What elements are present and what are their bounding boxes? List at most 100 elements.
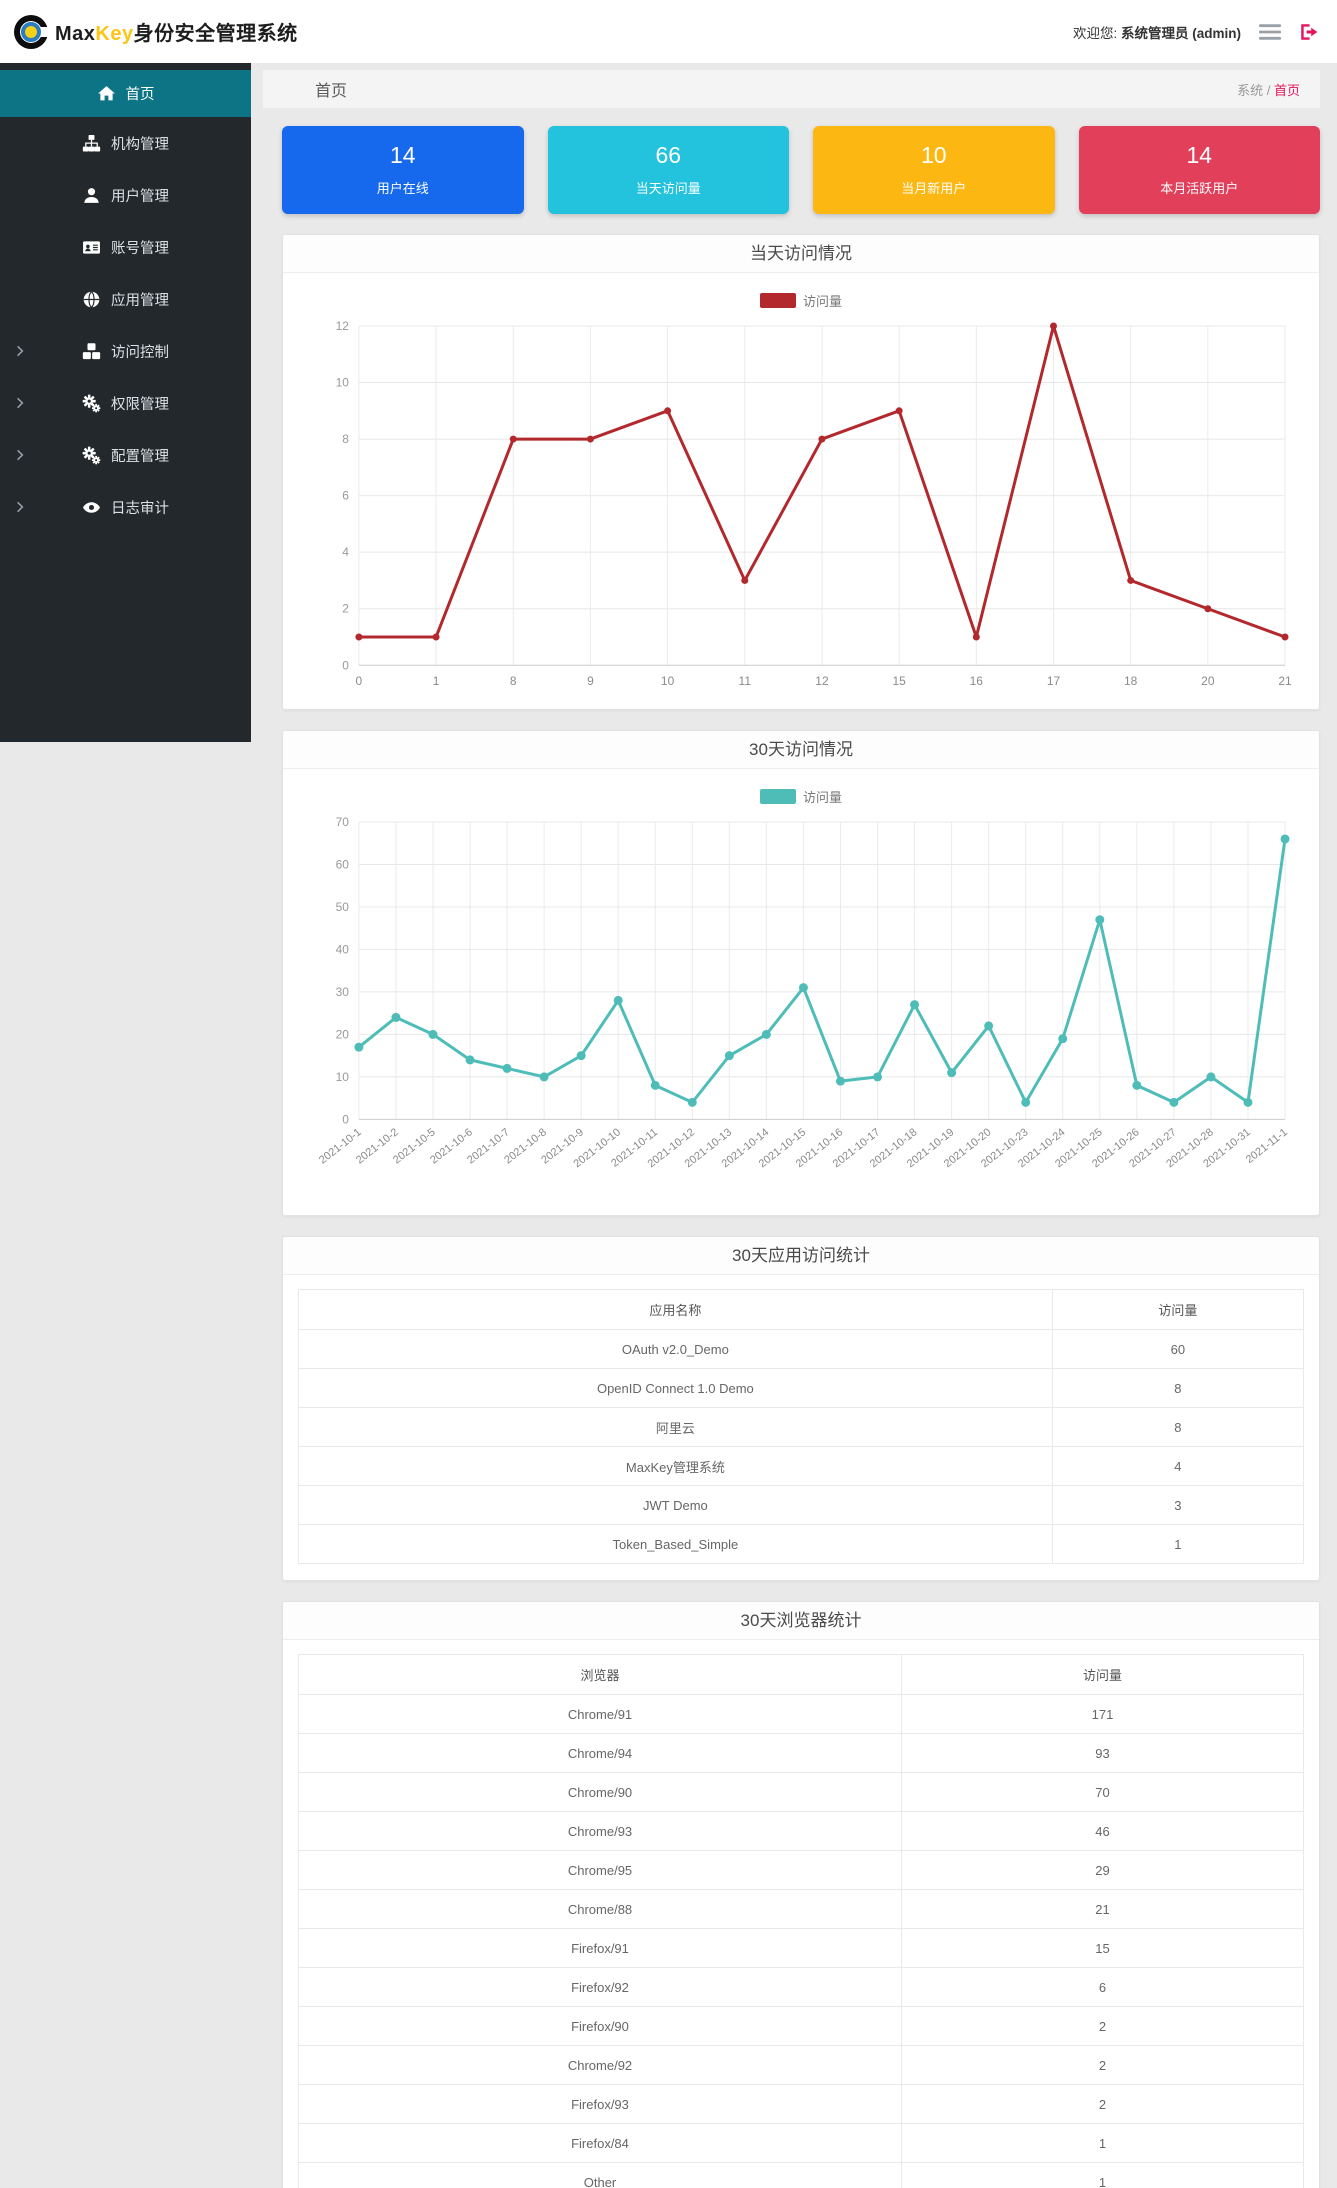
cogs-icon [82, 394, 101, 413]
svg-text:6: 6 [342, 489, 349, 503]
welcome-text: 欢迎您: 系统管理员 (admin) [1073, 22, 1241, 42]
column-header: 浏览器 [298, 1654, 902, 1696]
table-cell: JWT Demo [298, 1485, 1053, 1526]
chevron-right-icon [16, 345, 24, 357]
panel-body-browser-stats: 浏览器 访问量 Chrome/91 171 Chrome/94 93 Chrome/90 70… [283, 1640, 1319, 2188]
table-cell: 171 [901, 1694, 1304, 1735]
stat-card-value: 14 [1186, 142, 1213, 168]
brand-max: Max [55, 23, 96, 45]
sidebar-item-sitemap-机构管理[interactable]: 机构管理 [0, 117, 251, 169]
table-cell: Firefox/93 [298, 2084, 902, 2125]
sidebar: 首页机构管理 用户管理 账号管理应用管理访问控制权限管理配置管理日志审计 [0, 63, 251, 742]
table-cell: 46 [901, 1811, 1304, 1852]
cogs-icon [82, 446, 101, 465]
chevron-right-icon [16, 501, 24, 513]
sidebar-item-label: 应用管理 [111, 292, 169, 309]
home-icon [97, 84, 116, 103]
chart-legend-today[interactable]: 访问量 [297, 291, 1305, 310]
table-cell: 70 [901, 1772, 1304, 1813]
breadcrumb: 首页 系统 / 首页 [263, 70, 1320, 108]
eye-icon [82, 498, 101, 517]
sidebar-item-label: 首页 [125, 87, 155, 103]
svg-text:10: 10 [661, 674, 675, 688]
sidebar-item-home-首页[interactable]: 首页 [0, 70, 251, 117]
table-cell: 15 [901, 1928, 1304, 1969]
sidebar-item-eye-日志审计[interactable]: 日志审计 [0, 481, 251, 533]
brand-key: Key [95, 23, 134, 45]
sidebar-item-label: 权限管理 [111, 396, 169, 413]
stat-card-value: 10 [920, 142, 947, 168]
sidebar-item-cogs-配置管理[interactable]: 配置管理 [0, 429, 251, 481]
table-cell: Firefox/91 [298, 1928, 902, 1969]
column-header: 访问量 [1051, 1289, 1305, 1331]
stat-card-value: 66 [655, 142, 682, 168]
logout-icon[interactable] [1299, 22, 1319, 42]
today-visits-line-chart[interactable]: 0246810120 1 8 9 10 11 12 15 16 17 18 20 21 [297, 312, 1305, 700]
svg-text:30: 30 [336, 985, 350, 999]
table-cell: Chrome/88 [298, 1889, 902, 1930]
maxkey-logo-icon [14, 14, 50, 49]
table-row: JWT Demo 3 [298, 1485, 1305, 1526]
table-row: Chrome/93 46 [298, 1811, 1304, 1852]
sidebar-item-id-card-账号管理[interactable]: 账号管理 [0, 221, 251, 273]
table-cell: MaxKey管理系统 [298, 1446, 1053, 1487]
table-cell: 8 [1051, 1368, 1305, 1409]
table-cell: 21 [901, 1889, 1304, 1930]
table-cell: Chrome/94 [298, 1733, 902, 1774]
svg-text:17: 17 [1047, 674, 1061, 688]
table-row: OAuth v2.0_Demo 60 [298, 1329, 1305, 1370]
table-cell: Firefox/90 [298, 2006, 902, 2047]
panel-browser-stats: 30天浏览器统计 浏览器 访问量 Chrome/91 171 Chrome/94 93 Ch… [282, 1601, 1320, 2188]
table-cell: Chrome/92 [298, 2045, 902, 2086]
logo-gap [41, 26, 50, 37]
stat-card-label: 用户在线 [376, 181, 429, 196]
stat-card-label: 当月新用户 [901, 181, 967, 196]
welcome-prefix: 欢迎您: [1072, 25, 1118, 41]
chart-legend-30day[interactable]: 访问量 [297, 787, 1305, 806]
table-cell: 93 [901, 1733, 1304, 1774]
svg-text:21: 21 [1278, 674, 1292, 688]
table-cell: 2 [901, 2084, 1304, 2125]
table-cell: OAuth v2.0_Demo [298, 1329, 1053, 1370]
table-cell: 60 [1051, 1329, 1305, 1370]
sidebar-item-user-用户管理[interactable]: 用户管理 [0, 169, 251, 221]
table-row: Chrome/92 2 [298, 2045, 1304, 2086]
table-row: Chrome/90 70 [298, 1772, 1304, 1813]
panel-body-30day-visits: 访问量 0 10 20 30 40 50 60 70 2021-10-1 2021-10-2 202… [283, 769, 1319, 1215]
breadcrumb-separator: / [1263, 82, 1274, 98]
stat-card-value: 14 [389, 142, 416, 168]
svg-text:20: 20 [1201, 674, 1215, 688]
table-header-row: 浏览器 访问量 [298, 1654, 1304, 1696]
menu-toggle-icon[interactable] [1259, 23, 1281, 41]
table-row: 阿里云 8 [298, 1407, 1305, 1448]
stat-card-用户在线: 14 用户在线 [282, 126, 524, 214]
sidebar-item-label: 配置管理 [111, 448, 169, 465]
logo-ring [20, 20, 42, 43]
panel-title-app-visit-stats: 30天应用访问统计 [283, 1237, 1319, 1276]
30day-visits-line-chart[interactable]: 0102030405060702021-10-12021-10-22021-10… [297, 808, 1305, 1206]
table-row: MaxKey管理系统 4 [298, 1446, 1305, 1487]
svg-text:15: 15 [892, 674, 906, 688]
breadcrumb-current[interactable]: 首页 [1274, 83, 1300, 98]
table-cell: 1 [901, 2162, 1304, 2188]
stat-card-label: 当天访问量 [635, 181, 701, 196]
svg-text:2: 2 [342, 602, 349, 616]
svg-text:11: 11 [739, 674, 752, 688]
table-cell: Firefox/84 [298, 2123, 902, 2164]
sidebar-item-cogs-权限管理[interactable]: 权限管理 [0, 377, 251, 429]
panel-today-visits: 当天访问情况 访问量 0 2 4 6 8 10 12 0 1 8 9 10 11 12 15 16 17 18 20… [282, 234, 1320, 711]
stat-card-当月新用户: 10 当月新用户 [813, 126, 1055, 214]
table-cell: 阿里云 [298, 1407, 1053, 1448]
breadcrumb-root[interactable]: 系统 [1237, 83, 1263, 98]
header-right: 欢迎您: 系统管理员 (admin) [1073, 22, 1319, 42]
stat-card-当天访问量: 66 当天访问量 [547, 126, 789, 214]
table-cell: OpenID Connect 1.0 Demo [298, 1368, 1053, 1409]
brand-title: MaxKey身份安全管理系统 [55, 17, 298, 46]
table-cell: 6 [901, 1967, 1304, 2008]
app-visits-table: 应用名称 访问量 OAuth v2.0_Demo 60 OpenID Connect 1… [298, 1289, 1305, 1565]
sidebar-item-globe-应用管理[interactable]: 应用管理 [0, 273, 251, 325]
table-row: Firefox/93 2 [298, 2084, 1304, 2125]
svg-text:4: 4 [342, 545, 349, 559]
table-row: Chrome/94 93 [298, 1733, 1304, 1774]
sidebar-item-cubes-访问控制[interactable]: 访问控制 [0, 325, 251, 377]
